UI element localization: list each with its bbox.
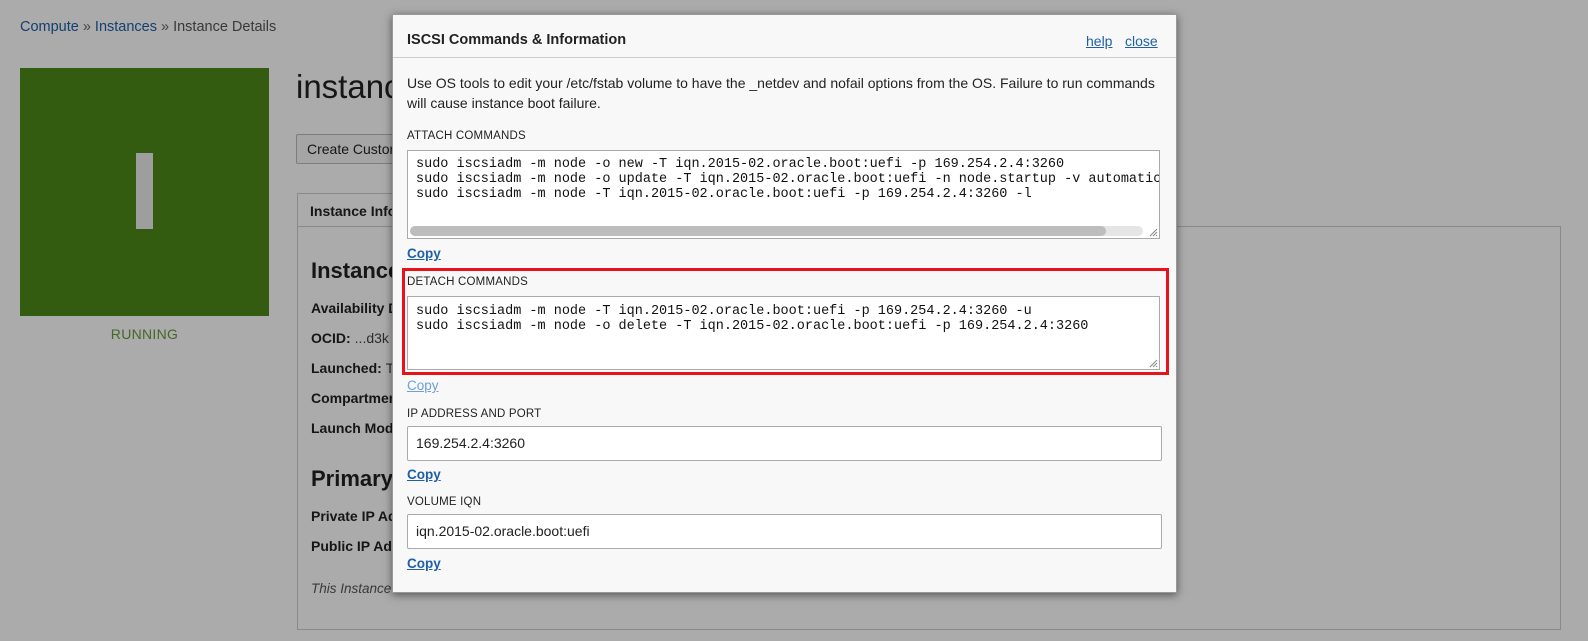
dialog-header: ISCSI Commands & Information help close [393, 15, 1176, 58]
attach-commands-label: ATTACH COMMANDS [407, 130, 526, 142]
ip-copy-link[interactable]: Copy [407, 467, 441, 482]
close-link[interactable]: close [1125, 33, 1158, 49]
iqn-copy-link[interactable]: Copy [407, 556, 441, 571]
detach-commands-textarea[interactable]: sudo iscsiadm -m node -T iqn.2015-02.ora… [407, 296, 1160, 370]
horizontal-scrollbar[interactable] [410, 226, 1143, 236]
attach-command-line: sudo iscsiadm -m node -o new -T iqn.2015… [416, 157, 1065, 172]
detach-command-line: sudo iscsiadm -m node -T iqn.2015-02.ora… [416, 304, 1032, 319]
attach-commands-textarea[interactable]: sudo iscsiadm -m node -o new -T iqn.2015… [407, 150, 1160, 239]
attach-command-line: sudo iscsiadm -m node -o update -T iqn.2… [416, 172, 1160, 187]
volume-iqn-label: VOLUME IQN [407, 496, 482, 508]
dialog-intro-text: Use OS tools to edit your /etc/fstab vol… [407, 75, 1155, 111]
detach-copy-link[interactable]: Copy [407, 378, 439, 393]
help-link[interactable]: help [1086, 33, 1112, 49]
scrollbar-thumb[interactable] [410, 226, 1107, 236]
detach-command-line: sudo iscsiadm -m node -o delete -T iqn.2… [416, 319, 1089, 334]
resize-grip-icon[interactable] [1148, 227, 1158, 237]
dialog-title: ISCSI Commands & Information [407, 32, 627, 48]
attach-command-line: sudo iscsiadm -m node -T iqn.2015-02.ora… [416, 187, 1032, 202]
iscsi-dialog: ISCSI Commands & Information help close … [392, 14, 1177, 593]
volume-iqn-field[interactable]: iqn.2015-02.oracle.boot:uefi [407, 514, 1162, 549]
attach-copy-link[interactable]: Copy [407, 246, 441, 261]
detach-commands-label: DETACH COMMANDS [407, 276, 528, 288]
ip-address-label: IP ADDRESS AND PORT [407, 408, 542, 420]
ip-address-field[interactable]: 169.254.2.4:3260 [407, 426, 1162, 461]
resize-grip-icon[interactable] [1148, 358, 1158, 368]
